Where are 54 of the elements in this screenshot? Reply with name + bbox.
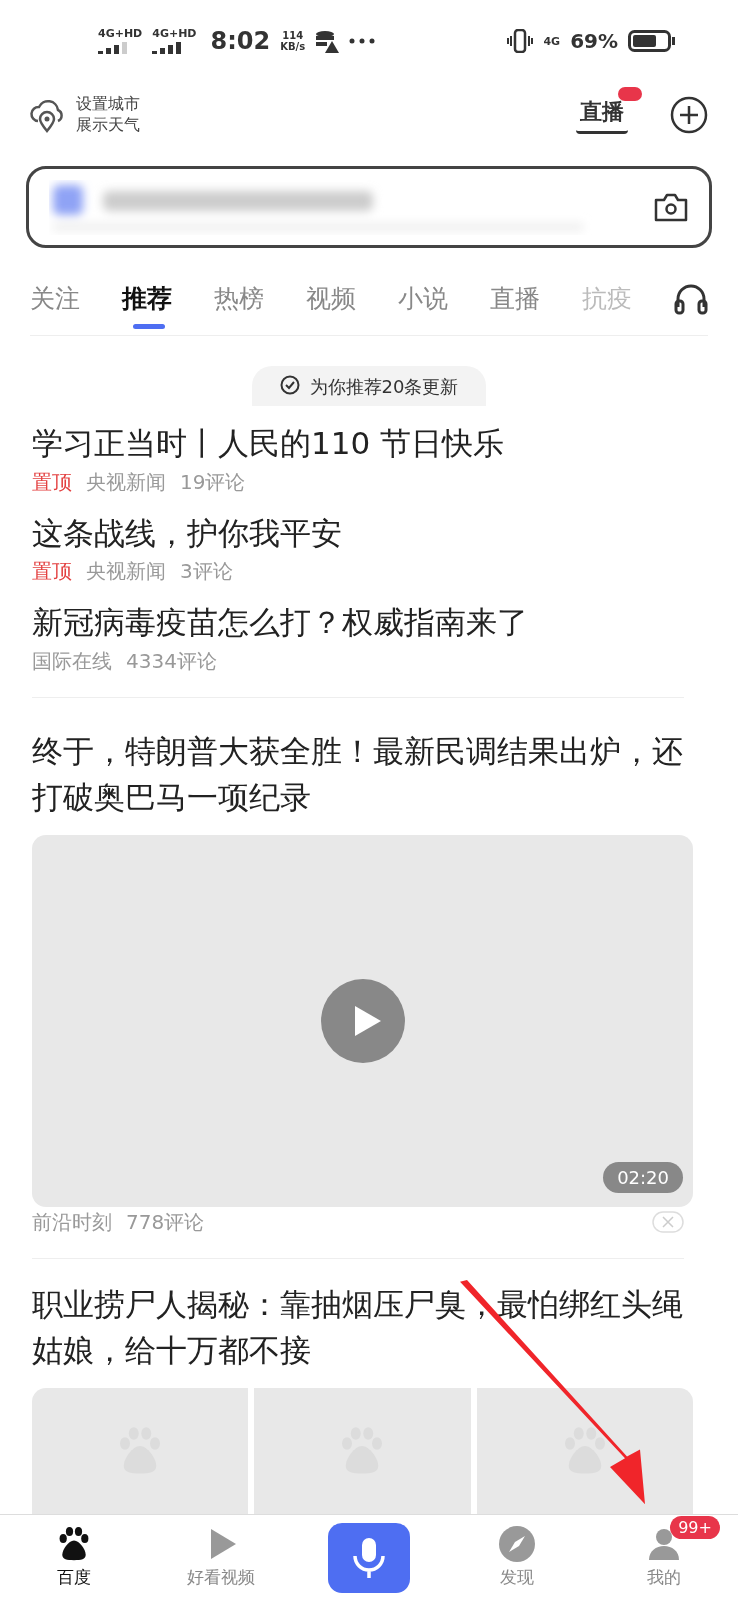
weather-prompt[interactable]: 设置城市 — [76, 94, 140, 115]
voice-search-button[interactable] — [328, 1522, 410, 1593]
weather-prompt[interactable]: 展示天气 — [76, 115, 140, 136]
comment-count: 3评论 — [180, 558, 233, 585]
compass-icon — [498, 1526, 535, 1562]
weather-location-icon[interactable] — [30, 97, 64, 133]
news-title[interactable]: 终于，特朗普大获全胜！最新民调结果出炉，还打破奥巴马一项纪录 — [32, 727, 684, 821]
pinned-tag: 置顶 — [32, 468, 72, 496]
news-title[interactable]: 新冠病毒疫苗怎么打？权威指南来了 — [32, 599, 684, 646]
speed-unit: KB/s — [280, 41, 306, 52]
signal-icon — [152, 42, 183, 54]
speed-value: 114 — [282, 30, 304, 41]
network-label: 4G+HD — [98, 28, 143, 39]
nav-tab[interactable]: 好看视频 — [187, 1526, 256, 1589]
feed-tab[interactable]: 推荐 — [122, 262, 214, 335]
news-source: 国际在线 — [32, 647, 112, 675]
headphones-button[interactable] — [674, 282, 708, 315]
feed-tab[interactable]: 视频 — [306, 262, 398, 335]
news-title[interactable]: 这条战线，护你我平安 — [32, 509, 684, 556]
nav-tab[interactable]: 发现 — [498, 1526, 535, 1589]
network-label: 4G+HD — [152, 28, 197, 39]
comment-count: 19评论 — [180, 468, 246, 496]
battery-percent: 69% — [570, 29, 618, 53]
feed-tab[interactable]: 小说 — [398, 262, 490, 335]
live-badge — [618, 86, 642, 101]
signal-icon — [98, 42, 128, 54]
vibrate-icon — [507, 29, 534, 53]
network-label: 4G — [543, 35, 561, 47]
nav-tab[interactable]: 百度 — [55, 1526, 92, 1589]
play-button-icon[interactable] — [320, 978, 405, 1063]
add-button[interactable] — [670, 96, 708, 134]
check-icon — [279, 375, 300, 395]
news-source: 前沿时刻 — [32, 1208, 112, 1236]
feed-tab[interactable]: 热榜 — [214, 262, 306, 335]
news-source: 央视新闻 — [86, 558, 166, 585]
feed-tab[interactable]: 关注 — [30, 262, 122, 335]
pinned-tag: 置顶 — [32, 558, 72, 585]
camera-button[interactable] — [653, 191, 689, 223]
video-duration: 02:20 — [603, 1161, 683, 1193]
clock-time: 8:02 — [210, 27, 271, 55]
news-title[interactable]: 职业捞尸人揭秘：靠抽烟压尸臭，最怕绑红头绳姑娘，给十万都不接 — [32, 1280, 684, 1374]
notification-badge: 99+ — [670, 1516, 720, 1539]
more-icon — [349, 38, 376, 44]
toast-text: 为你推荐20条更新 — [309, 375, 459, 399]
video-thumbnail[interactable]: 02:20 — [32, 834, 693, 1207]
search-field[interactable] — [26, 166, 712, 248]
microphone-icon — [351, 1535, 387, 1580]
comment-count: 778评论 — [126, 1208, 205, 1236]
feed-tab[interactable]: 直播 — [490, 262, 582, 335]
news-title[interactable]: 学习正当时丨人民的110 节日快乐 — [32, 420, 684, 467]
database-warning-icon — [315, 29, 340, 53]
news-source: 央视新闻 — [86, 468, 166, 496]
battery-icon — [628, 30, 676, 52]
comment-count: 4334评论 — [126, 647, 217, 675]
